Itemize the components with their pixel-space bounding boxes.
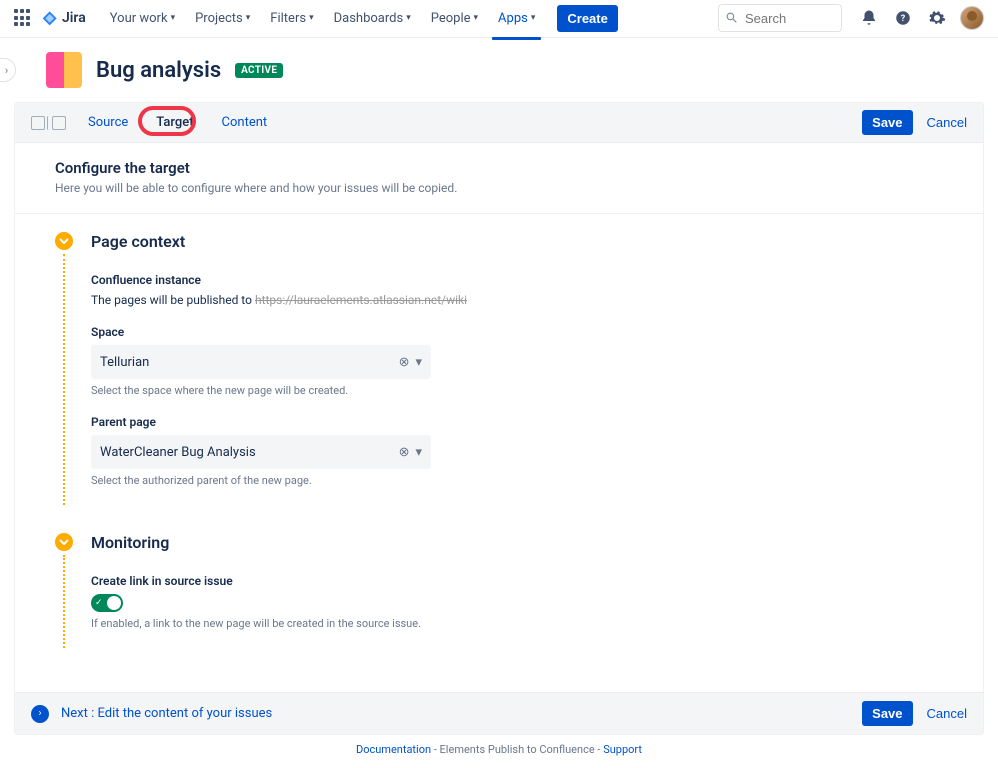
doc-footer: Documentation - Elements Publish to Conf… (14, 735, 984, 768)
section-collapse-button[interactable] (55, 533, 73, 551)
nav-people[interactable]: People▾ (421, 5, 488, 32)
layout-switcher[interactable] (31, 116, 66, 130)
primary-nav: Your work▾ Projects▾ Filters▾ Dashboards… (100, 5, 546, 32)
cancel-button[interactable]: Cancel (927, 115, 967, 130)
app-switcher-icon[interactable] (14, 9, 32, 27)
layout-column-icon (31, 116, 45, 130)
clear-icon[interactable]: ⊗ (399, 445, 410, 460)
parent-page-hint: Select the authorized parent of the new … (91, 474, 431, 487)
support-link[interactable]: Support (603, 743, 642, 756)
confluence-url: https://lauraelements.atlassian.net/wiki (255, 293, 467, 307)
create-link-toggle[interactable]: ✓ (91, 594, 123, 612)
parent-page-value: WaterCleaner Bug Analysis (100, 445, 256, 460)
section-heading: Monitoring (91, 533, 943, 552)
save-button[interactable]: Save (862, 701, 912, 726)
next-step-icon[interactable]: › (31, 705, 49, 723)
save-button[interactable]: Save (862, 110, 912, 135)
space-hint: Select the space where the new page will… (91, 384, 431, 397)
section-collapse-button[interactable] (55, 232, 73, 250)
nav-apps[interactable]: Apps▾ (488, 5, 545, 32)
confluence-instance-label: Confluence instance (91, 273, 943, 287)
nav-filters[interactable]: Filters▾ (260, 5, 323, 32)
search-icon (725, 11, 738, 24)
section-heading: Page context (91, 232, 943, 251)
toggle-hint: If enabled, a link to the new page will … (91, 617, 943, 630)
help-icon[interactable]: ? (892, 7, 914, 29)
section-page-context: Page context Confluence instance The pag… (55, 232, 943, 505)
status-badge: ACTIVE (235, 63, 283, 78)
svg-text:?: ? (901, 14, 906, 24)
tab-target[interactable]: Target (156, 115, 193, 130)
clear-icon[interactable]: ⊗ (399, 355, 410, 370)
space-select[interactable]: Tellurian ⊗ ▾ (91, 345, 431, 379)
gear-icon (928, 9, 946, 27)
check-icon: ✓ (95, 598, 103, 608)
nav-dashboards[interactable]: Dashboards▾ (324, 5, 421, 32)
confluence-instance-text: The pages will be published to https://l… (91, 293, 943, 307)
tab-source[interactable]: Source (88, 115, 128, 130)
product-name: Jira (62, 10, 86, 26)
space-value: Tellurian (100, 355, 149, 370)
space-label: Space (91, 325, 431, 339)
parent-page-select[interactable]: WaterCleaner Bug Analysis ⊗ ▾ (91, 435, 431, 469)
layout-split-icon (47, 116, 50, 130)
project-title: Bug analysis (96, 58, 221, 83)
user-avatar[interactable] (960, 6, 984, 30)
jira-logo[interactable]: Jira (42, 10, 86, 26)
nav-your-work[interactable]: Your work▾ (100, 5, 185, 32)
section-timeline-line (63, 254, 65, 505)
bell-icon (860, 9, 878, 27)
layout-full-icon (52, 116, 66, 130)
chevron-down-icon (59, 236, 69, 246)
page-title: Configure the target (55, 159, 943, 177)
tab-content[interactable]: Content (222, 115, 268, 130)
project-logo (46, 52, 82, 88)
toggle-label: Create link in source issue (91, 574, 943, 588)
jira-icon (42, 10, 58, 26)
notifications-icon[interactable] (858, 7, 880, 29)
tab-target-label: Target (156, 115, 193, 130)
parent-page-label: Parent page (91, 415, 431, 429)
settings-icon[interactable] (926, 7, 948, 29)
create-button[interactable]: Create (557, 5, 617, 32)
next-step-link[interactable]: Next : Edit the content of your issues (61, 706, 272, 721)
chevron-down-icon: ▾ (415, 355, 422, 370)
cancel-button[interactable]: Cancel (927, 706, 967, 721)
chevron-down-icon (59, 537, 69, 547)
page-subtitle: Here you will be able to configure where… (55, 181, 943, 195)
chevron-down-icon: ▾ (415, 445, 422, 460)
section-monitoring: Monitoring Create link in source issue ✓… (55, 533, 943, 648)
section-timeline-line (63, 555, 65, 648)
search-box (718, 4, 842, 32)
nav-projects[interactable]: Projects▾ (185, 5, 260, 32)
documentation-link[interactable]: Documentation (356, 743, 431, 756)
highlight-annotation (138, 106, 196, 136)
